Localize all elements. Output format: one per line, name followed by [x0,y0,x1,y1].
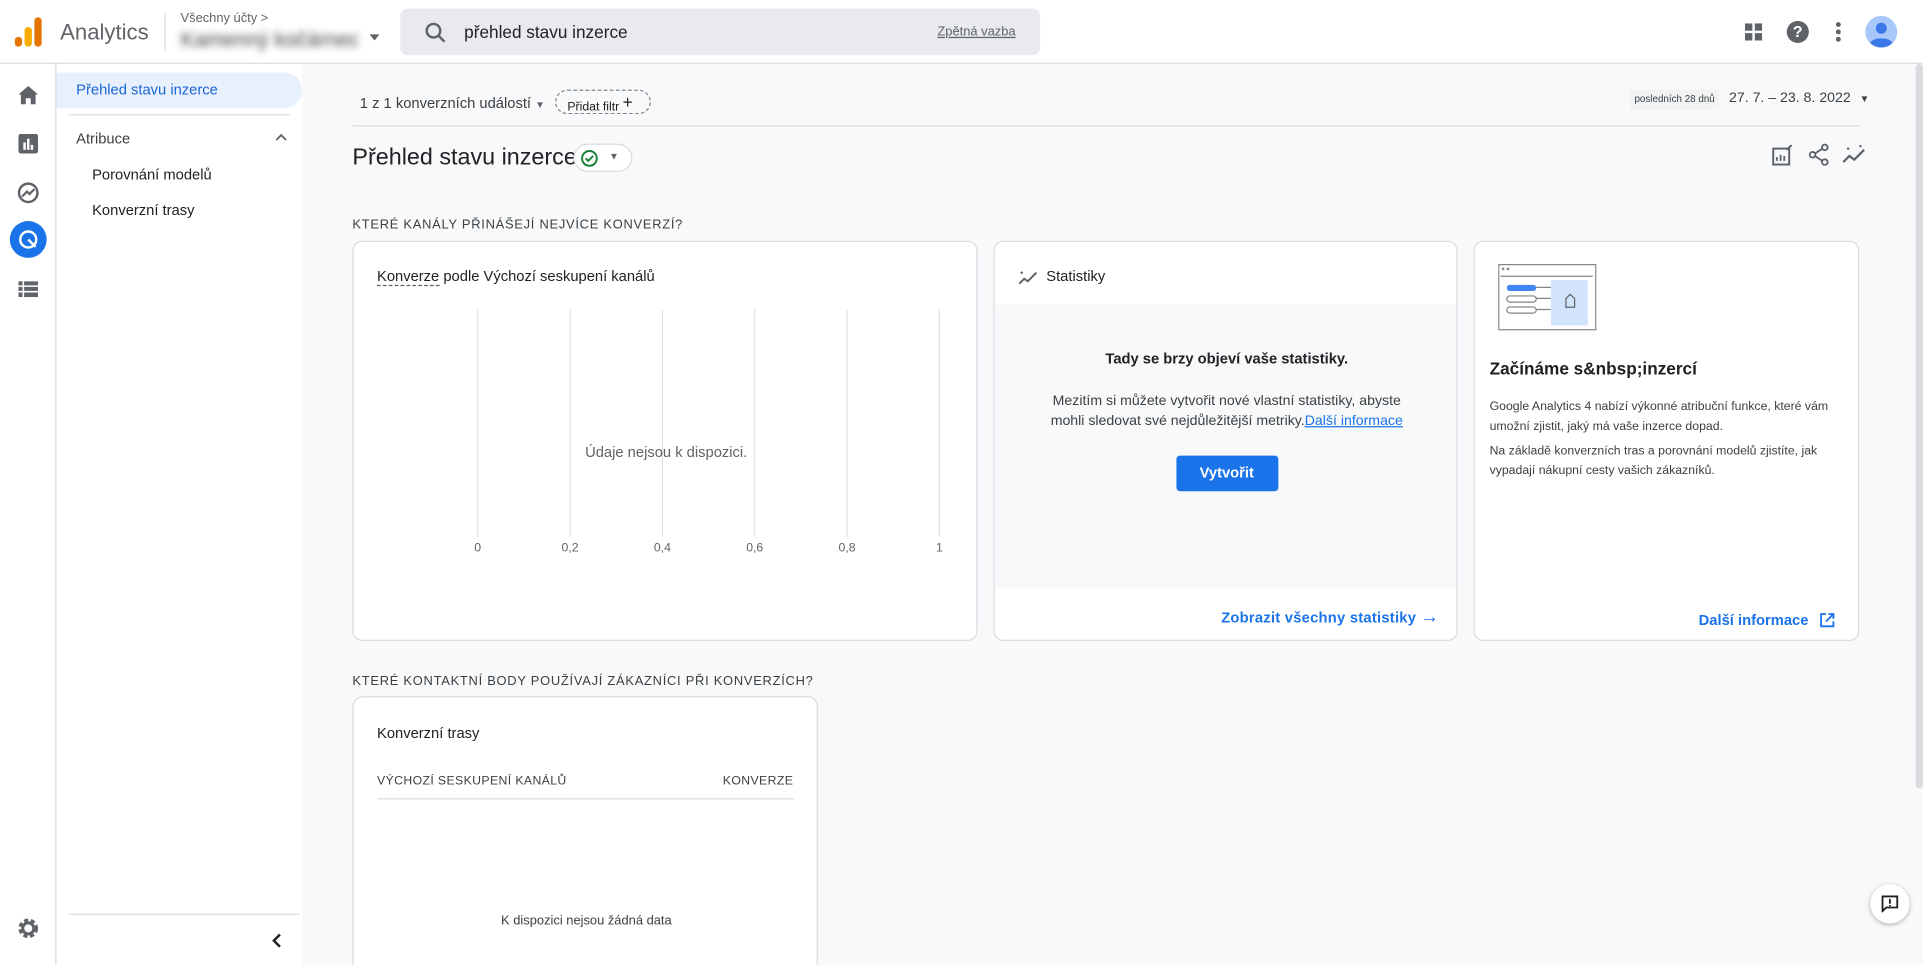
feedback-icon [1881,895,1899,913]
sidebar-item-label: Přehled stavu inzerce [76,81,218,99]
search-bar[interactable]: přehled stavu inzerce Zpětná vazba [400,8,1041,56]
more-vert-icon[interactable] [1835,21,1842,43]
divider [68,114,290,116]
help-icon[interactable]: ? [1786,20,1809,43]
date-preset-chip: posledních 28 dnů [1629,89,1720,110]
caret-down-icon: ▼ [1859,93,1870,105]
x-tick-label: 0,2 [562,540,579,554]
divider [352,125,1860,127]
chart-title-rest: podle Výchozí seskupení kanálů [439,267,655,285]
open-in-new-icon [1820,613,1835,628]
configure-icon[interactable] [18,281,39,298]
learn-more-link[interactable]: Další informace [1305,414,1403,429]
insights-icon [1018,271,1038,285]
getting-started-p2: Na základě konverzních tras a porovnání … [1489,444,1818,478]
insights-card: Statistiky Tady se brzy objeví vaše stat… [993,240,1458,642]
account-breadcrumb: Všechny účty > [180,11,269,26]
feedback-link[interactable]: Zpětná vazba [937,25,1015,40]
column-header-channel[interactable]: VÝCHOZÍ SESKUPENÍ KANÁLŮ [377,775,567,789]
sidebar-group-label: Atribuce [76,130,131,148]
view-all-insights-label: Zobrazit všechny statistiky [1221,609,1417,627]
main-content: 1 z 1 konverzních událostí ▼ Přidat filt… [302,63,1923,965]
left-rail [0,63,57,965]
search-icon [425,22,446,43]
collapse-chevron-icon[interactable] [271,933,281,948]
section-heading-touchpoints: KTERÉ KONTAKTNÍ BODY POUŽÍVAJÍ ZÁKAZNÍCI… [352,674,814,689]
explore-icon[interactable] [17,182,39,204]
avatar[interactable] [1865,15,1898,48]
top-bar: Analytics Všechny účty > Kamenný kočárne… [0,0,1923,64]
home-icon[interactable] [18,85,39,105]
add-filter-label: Přidat filtr [567,100,620,115]
conversion-events-label: 1 z 1 konverzních událostí [359,94,532,112]
chart-title: Konverze podle Výchozí seskupení kanálů [376,267,655,287]
getting-started-p1: Google Analytics 4 nabízí výkonné atribu… [1489,400,1829,433]
table-divider [376,798,795,800]
insights-icon[interactable] [1842,144,1867,165]
arrow-right-icon: → [1420,606,1440,628]
sidebar: Přehled stavu inzerce Atribuce Porovnání… [56,63,303,965]
view-all-insights-link[interactable]: Zobrazit všechny statistiky → [1221,607,1439,628]
insights-body: Mezitím si můžete vytvořit nové vlastní … [1039,392,1415,431]
column-header-conversions[interactable]: KONVERZE [723,775,794,789]
x-tick-label: 0 [474,540,481,554]
sidebar-item-overview[interactable]: Přehled stavu inzerce [56,72,303,109]
conversion-events-dropdown[interactable]: 1 z 1 konverzních událostí ▼ [360,95,545,112]
sidebar-group-attribution[interactable]: Atribuce [56,123,302,152]
channels-chart-card: Konverze podle Výchozí seskupení kanálů … [352,240,978,642]
app-name: Analytics [60,19,149,45]
create-button[interactable]: Vytvořit [1175,455,1278,492]
settings-icon[interactable] [17,917,39,939]
chevron-up-icon [275,133,287,141]
learn-more-label: Další informace [1698,611,1809,629]
date-range-picker[interactable]: 27. 7. – 23. 8. 2022 ▼ [1729,91,1869,106]
chart-empty-message: Údaje nejsou k dispozici. [585,443,748,461]
divider [68,913,300,915]
page-title: Přehled stavu inzerce [352,144,577,171]
caret-down-icon[interactable] [369,34,380,45]
customize-report-icon[interactable] [1772,144,1793,166]
x-tick-label: 0,6 [746,540,763,554]
share-icon[interactable] [1808,143,1829,166]
caret-down-icon: ▼ [535,99,545,111]
scrollbar-thumb[interactable] [1915,63,1923,789]
advertising-icon[interactable] [9,221,47,258]
analytics-logo[interactable] [14,17,42,47]
divider [164,12,166,52]
getting-started-title: Začínáme s&nbsp;inzercí [1489,358,1697,379]
account-selector[interactable]: Kamenný kočárnec [181,28,360,53]
check-circle-icon [581,150,598,167]
sidebar-item-conversion-paths[interactable]: Konverzní trasy [92,201,194,218]
conversion-paths-card: Konverzní trasy VÝCHOZÍ SESKUPENÍ KANÁLŮ… [352,696,818,965]
conversion-paths-title: Konverzní trasy [376,724,480,742]
getting-started-card: Začínáme s&nbsp;inzercí Google Analytics… [1473,240,1860,642]
x-tick-label: 1 [936,540,943,554]
insights-title: Statistiky [1046,267,1106,285]
x-tick-label: 0,4 [654,540,671,554]
plus-icon: + [622,92,633,112]
add-filter-button[interactable]: Přidat filtr + [555,89,651,115]
caret-down-icon: ▼ [609,151,619,163]
feedback-button[interactable] [1870,884,1910,924]
insights-empty-panel: Tady se brzy objeví vaše statistiky. Mez… [994,304,1457,589]
table-empty-message: K dispozici nejsou žádná data [501,913,672,929]
insights-heading: Tady se brzy objeví vaše statistiky. [1105,349,1349,368]
reports-icon[interactable] [18,133,39,154]
learn-more-external-link[interactable]: Další informace [1699,612,1835,629]
date-range-label: 27. 7. – 23. 8. 2022 [1729,90,1851,106]
section-heading-channels: KTERÉ KANÁLY PŘINÁŠEJÍ NEJVÍCE KONVERZÍ? [352,217,684,233]
chart-area: 0 0,2 0,4 0,6 0,8 1 [474,309,943,554]
apps-icon[interactable] [1744,23,1763,41]
x-tick-label: 0,8 [839,540,856,554]
sidebar-item-model-comparison[interactable]: Porovnání modelů [92,166,212,183]
status-dropdown[interactable]: ▼ [573,143,633,172]
search-input[interactable]: přehled stavu inzerce [464,22,627,42]
attribution-illustration [1498,264,1597,331]
metric-selector[interactable]: Konverze [376,267,439,287]
